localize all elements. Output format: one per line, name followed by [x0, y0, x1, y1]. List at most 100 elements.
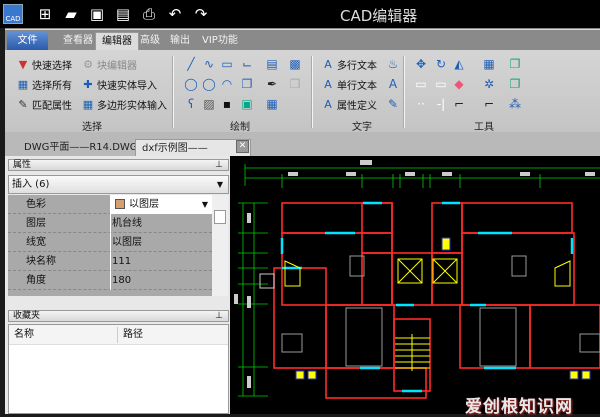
tab-vip[interactable]: VIP功能 [196, 32, 244, 50]
new-icon[interactable]: ⊞ [36, 5, 54, 23]
stairs-and-elevators [284, 258, 571, 371]
property-value: 180 [112, 275, 132, 286]
redo-icon[interactable]: ↷ [192, 5, 210, 23]
rectangle-icon[interactable]: ▭ [220, 57, 234, 71]
attribute-definition-button[interactable]: A 属性定义 [322, 97, 377, 112]
property-scrollbar[interactable] [212, 195, 228, 296]
layers-icon[interactable]: ❐ [288, 77, 302, 91]
block-editor-icon: ⚙ [83, 57, 93, 71]
circle-icon[interactable]: ◯ [184, 77, 198, 91]
pen-icon[interactable]: ✒ [265, 77, 279, 91]
text-edit-icon[interactable]: ✎ [386, 97, 400, 111]
column-name[interactable]: 名称 [14, 325, 34, 345]
title-bar: CAD ⊞ ▰ ▣ ▤ ⎙ ↶ ↷ CAD编辑器 [0, 0, 600, 28]
tab-output[interactable]: 输出 [164, 32, 196, 50]
scroll-thumb[interactable] [214, 210, 226, 224]
label: 属性定义 [337, 101, 377, 112]
block-editor-button[interactable]: ⚙ 块编辑器 [82, 57, 137, 72]
undo-icon[interactable]: ↶ [166, 5, 184, 23]
paste-block-icon[interactable]: ▭ [434, 77, 448, 91]
pin-icon[interactable]: ⊥ [215, 160, 223, 170]
save-as-icon[interactable]: ▤ [114, 5, 132, 23]
tab-file[interactable]: 文件 [7, 32, 48, 50]
divider [117, 327, 118, 343]
chevron-down-icon: ▼ [201, 200, 208, 209]
drawing-canvas[interactable] [230, 156, 600, 414]
arc-icon[interactable]: ◠ [220, 77, 234, 91]
line-icon[interactable]: ╱ [184, 57, 198, 71]
quick-entity-import-button[interactable]: ✚ 快速实体导入 [82, 77, 157, 92]
trim-icon[interactable]: -| [434, 97, 448, 111]
group-label-draw: 绘制 [230, 122, 250, 133]
save-icon[interactable]: ▣ [88, 5, 106, 23]
label: 多行文本 [337, 61, 377, 72]
property-label: 角度 [26, 275, 46, 286]
group-label-select: 选择 [82, 122, 102, 133]
break-icon[interactable]: ·· [414, 97, 428, 111]
match-properties-button[interactable]: ✎ 匹配属性 [17, 97, 72, 112]
tab-editor[interactable]: 编辑器 [95, 32, 139, 50]
move-icon[interactable]: ✥ [414, 57, 428, 71]
hatch-icon[interactable]: ▨ [202, 97, 216, 111]
group-label-text: 文字 [352, 122, 372, 133]
print-icon[interactable]: ⎙ [140, 5, 158, 23]
text-style-icon[interactable]: A [386, 77, 400, 91]
properties-icon[interactable]: ▦ [482, 57, 496, 71]
property-label: 图层 [26, 218, 46, 229]
block-marker [259, 273, 275, 289]
favorites-header: 收藏夹 ⊥ [8, 310, 229, 322]
quick-select-button[interactable]: ▼ 快速选择 [17, 57, 72, 72]
hatch-edit-icon[interactable]: ▩ [288, 57, 302, 71]
mtext-icon: A [324, 57, 332, 71]
explode-icon[interactable]: ✲ [482, 77, 496, 91]
image-icon[interactable]: ▣ [240, 97, 254, 111]
mirror-icon[interactable]: ◭ [452, 57, 466, 71]
ellipse-icon[interactable]: ◯ [202, 77, 216, 91]
table-icon[interactable]: ▦ [265, 97, 279, 111]
chamfer-icon[interactable]: ⌐ [482, 97, 496, 111]
multiline-text-button[interactable]: A 多行文本 [322, 57, 377, 72]
selection-value: 插入 (6) [12, 179, 50, 190]
select-all-button[interactable]: ▦ 选择所有 [17, 77, 72, 92]
label: 块编辑器 [97, 61, 137, 72]
open-icon[interactable]: ▰ [62, 5, 80, 23]
close-tab-button[interactable]: ✕ [236, 140, 249, 153]
insert-block-icon[interactable]: ▤ [265, 57, 279, 71]
label: 单行文本 [337, 81, 377, 92]
divider [403, 56, 405, 128]
rotate-icon[interactable]: ↻ [434, 57, 448, 71]
group-icon[interactable]: ❐ [508, 77, 522, 91]
floor-plan-drawing [234, 160, 600, 399]
text-align-icon[interactable]: ♨ [386, 57, 400, 71]
property-label: 块名称 [26, 256, 56, 267]
array-icon[interactable]: ⁂ [508, 97, 522, 111]
paste-icon[interactable]: ▭ [414, 77, 428, 91]
spline-icon[interactable]: ʕ [184, 97, 198, 111]
divider [110, 195, 111, 290]
tab-viewer[interactable]: 查看器 [57, 32, 99, 50]
color-icon[interactable]: ◆ [452, 77, 466, 91]
chevron-down-icon: ▼ [216, 180, 223, 189]
copy-icon[interactable]: ❐ [240, 77, 254, 91]
tab-advanced[interactable]: 高级 [134, 32, 166, 50]
polygon-entity-input-button[interactable]: ▦ 多边形实体输入 [82, 97, 167, 112]
label: 快速选择 [32, 61, 72, 72]
dimension-icon[interactable]: ⌙ [240, 57, 254, 71]
selection-dropdown[interactable]: 插入 (6) ▼ [8, 175, 229, 194]
point-icon[interactable]: ▪ [220, 97, 234, 111]
text-icon: A [324, 77, 332, 91]
color-select[interactable]: 以图层 ▼ [111, 195, 212, 214]
doc-tab-dxf[interactable]: dxf示例图——2004.dxf [135, 139, 251, 171]
polyline-icon[interactable]: ∿ [202, 57, 216, 71]
property-value: 机台线 [112, 218, 142, 229]
fillet-icon[interactable]: ⌐ [452, 97, 466, 111]
copy-objects-icon[interactable]: ❐ [508, 57, 522, 71]
label: 多边形实体输入 [97, 101, 167, 112]
doc-tab-dwg[interactable]: DWG平面——R14.DWG [18, 139, 144, 156]
pin-icon[interactable]: ⊥ [215, 311, 223, 321]
polygon-icon: ▦ [82, 97, 94, 111]
property-value: 以图层 [112, 237, 142, 248]
column-path[interactable]: 路径 [123, 325, 143, 345]
single-line-text-button[interactable]: A 单行文本 [322, 77, 377, 92]
properties-title: 属性 [13, 160, 32, 170]
